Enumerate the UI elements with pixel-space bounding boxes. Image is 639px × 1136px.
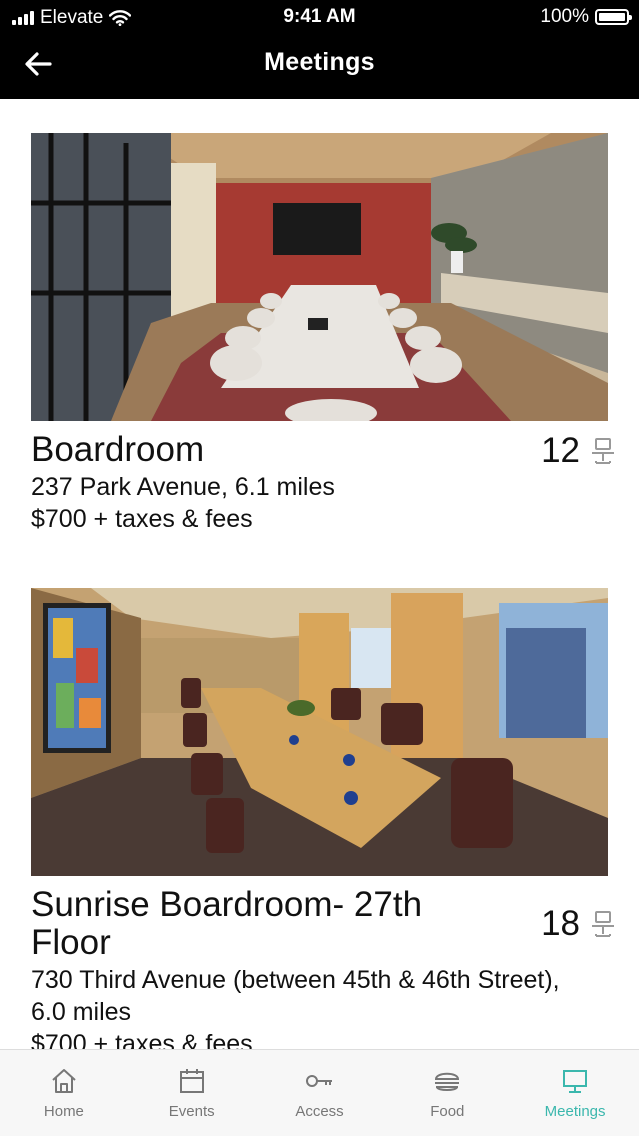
tab-label: Meetings [544,1103,606,1120]
battery-percent: 100% [540,6,589,27]
room-address: 237 Park Avenue, 6.1 miles [31,473,335,501]
tab-label: Access [295,1103,344,1120]
room-photo[interactable] [31,133,608,421]
room-card[interactable]: Sunrise Boardroom- 27th Floor 18 730 Thi… [31,588,614,1049]
tab-food[interactable]: Food [383,1050,511,1136]
tab-events[interactable]: Events [128,1050,256,1136]
tab-label: Home [43,1103,84,1120]
capacity-count: 18 [541,904,580,943]
nav-bar: Meetings [0,36,639,92]
room-name: Sunrise Boardroom- 27th Floor [31,885,423,962]
capacity: 18 [541,904,616,944]
room-price: $700 + taxes & fees [31,505,253,533]
battery-info: 100% [540,6,632,28]
tab-label: Events [168,1103,215,1120]
tab-meetings[interactable]: Meetings [511,1050,639,1136]
app-header: Elevate 9:41 AM 100% Meetings [0,0,639,99]
room-name: Boardroom [31,430,205,469]
status-bar: Elevate 9:41 AM 100% [0,0,639,34]
home-icon [52,1069,76,1093]
meetings-list[interactable]: Boardroom 12 237 Park Avenue, 6.1 miles … [0,99,639,1049]
calendar-icon [179,1069,204,1093]
capacity: 12 [541,431,616,471]
room-address: 730 Third Avenue (between 45th & 46th St… [31,966,560,1026]
page-title: Meetings [264,48,375,76]
chair-icon [592,911,614,937]
tab-access[interactable]: Access [256,1050,384,1136]
tab-label: Food [430,1103,465,1120]
monitor-icon [563,1070,588,1093]
tab-bar: Home Events Access Food Meetings [0,1049,639,1136]
capacity-count: 12 [541,431,580,470]
tab-home[interactable]: Home [0,1050,128,1136]
room-card[interactable]: Boardroom 12 237 Park Avenue, 6.1 miles … [31,133,614,535]
battery-icon [595,9,632,25]
burger-icon [435,1072,460,1091]
room-photo[interactable] [31,588,608,876]
key-icon [306,1075,333,1087]
chair-icon [592,438,614,464]
room-price: $700 + taxes & fees [31,1030,253,1049]
